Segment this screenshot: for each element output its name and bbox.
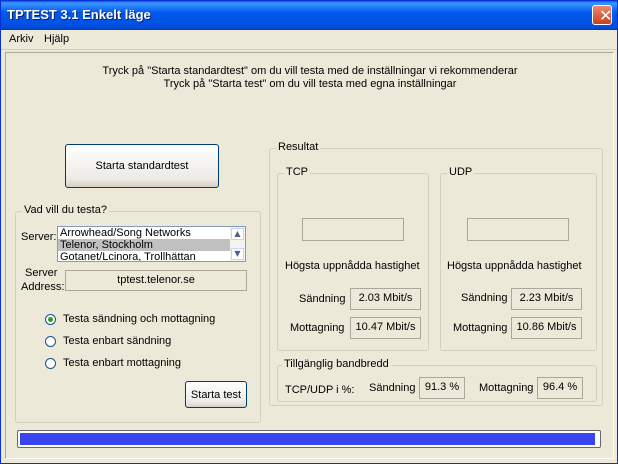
option-send-only-label[interactable]: Testa enbart sändning [63,335,171,347]
test-progress-fill [20,433,595,445]
option-send-receive-label[interactable]: Testa sändning och mottagning [63,313,215,325]
server-list-scrollbar[interactable]: ▲ ▼ [230,227,245,261]
option-send-receive-radio[interactable] [45,314,56,325]
bandwidth-send-value: 91.3 % [419,377,465,399]
start-standard-test-button[interactable]: Starta standardtest [65,144,219,188]
udp-top-speed-label: Högsta uppnådda hastighet [447,260,582,272]
tcp-top-speed-label: Högsta uppnådda hastighet [285,260,420,272]
intro-line-1: Tryck på "Starta standardtest" om du vil… [102,65,518,77]
tcp-send-value: 2.03 Mbit/s [350,288,421,310]
radio-selected-dot [48,317,53,322]
server-label: Server: [21,231,57,243]
tcp-send-label: Sändning [299,293,346,305]
close-button[interactable]: ✕ [592,5,612,25]
window-title: TPTEST 3.1 Enkelt läge [7,7,151,22]
menu-hjalp[interactable]: Hjälp [44,33,69,45]
udp-send-label: Sändning [461,292,508,304]
bandwidth-receive-label: Mottagning [479,382,534,394]
udp-receive-label: Mottagning [453,322,508,334]
menu-bar: Arkiv Hjälp [1,30,617,50]
tcp-receive-value: 10.47 Mbit/s [350,317,421,339]
test-options-legend: Vad vill du testa? [22,204,109,216]
intro-line-2: Tryck på "Starta test" om du vill testa … [163,78,457,90]
server-listbox[interactable]: Arrowhead/Song Networks Telenor, Stockho… [57,226,246,262]
result-legend: Resultat [276,141,321,153]
app-window: TPTEST 3.1 Enkelt läge ✕ Arkiv Hjälp Try… [0,0,618,464]
bandwidth-legend: Tillgänglig bandbredd [282,358,391,370]
server-option-selected[interactable]: Telenor, Stockholm [58,239,230,251]
option-send-only-radio[interactable] [45,336,56,347]
option-receive-only-label[interactable]: Testa enbart mottagning [63,357,181,369]
server-option[interactable]: Arrowhead/Song Networks [58,227,230,239]
scroll-up-icon[interactable]: ▲ [231,228,244,240]
server-option[interactable]: Gotanet/Lcinora, Trollhättan [58,251,230,261]
title-bar[interactable]: TPTEST 3.1 Enkelt läge ✕ [1,1,617,30]
server-address-value: tptest.telenor.se [65,270,247,291]
option-receive-only-radio[interactable] [45,358,56,369]
udp-send-value: 2.23 Mbit/s [511,288,582,310]
tcp-legend: TCP [284,166,310,178]
bandwidth-receive-value: 96.4 % [537,377,583,399]
server-address-label-line1: Server [25,267,58,279]
tcp-udp-ratio-label: TCP/UDP i %: [285,384,355,396]
tcp-receive-label: Mottagning [290,322,345,334]
menu-arkiv[interactable]: Arkiv [9,33,33,45]
test-progress-bar [17,430,601,448]
start-test-button[interactable]: Starta test [185,381,247,408]
bandwidth-send-label: Sändning [369,382,416,394]
server-address-label-line2: Address: [21,281,65,293]
scroll-down-icon[interactable]: ▼ [231,248,244,260]
udp-speed-display [467,218,569,241]
udp-receive-value: 10.86 Mbit/s [511,317,582,339]
udp-legend: UDP [447,166,475,178]
tcp-speed-display [302,218,404,241]
